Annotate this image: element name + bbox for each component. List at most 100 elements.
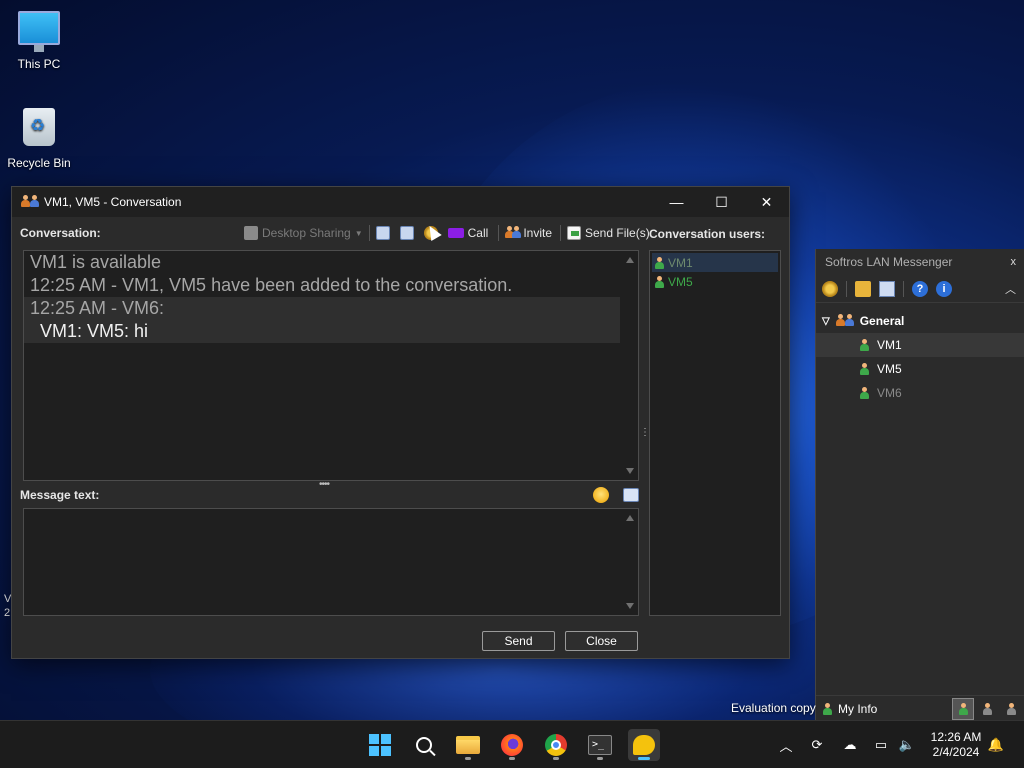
invite-button[interactable]: Invite bbox=[505, 226, 552, 240]
scroll-up-icon[interactable] bbox=[626, 515, 634, 521]
titlebar[interactable]: VM1, VM5 - Conversation — ☐ ✕ bbox=[12, 187, 789, 217]
send-file-icon bbox=[567, 226, 581, 240]
history-icon[interactable] bbox=[375, 226, 390, 240]
vertical-splitter-grip[interactable]: ⋮ bbox=[640, 427, 650, 443]
messenger-icon bbox=[633, 735, 655, 755]
status-away-icon[interactable] bbox=[976, 698, 998, 720]
my-info-button[interactable]: My Info bbox=[816, 702, 877, 716]
user-name: VM1 bbox=[668, 255, 693, 270]
send-files-button[interactable]: Send File(s) bbox=[567, 226, 650, 240]
taskbar-terminal[interactable]: >_ bbox=[584, 729, 616, 761]
desktop-sharing-label: Desktop Sharing bbox=[262, 226, 351, 240]
desktop-icon-label: This PC bbox=[17, 57, 61, 71]
message-text-label: Message text: bbox=[20, 488, 100, 502]
desktop-icon-this-pc[interactable]: This PC bbox=[3, 11, 75, 71]
softros-toolbar: ? i ︿ bbox=[816, 275, 1024, 303]
softros-titlebar[interactable]: Softros LAN Messenger x bbox=[816, 249, 1024, 275]
window-title: VM1, VM5 - Conversation bbox=[44, 195, 182, 209]
conversation-users-label: Conversation users: bbox=[649, 227, 766, 241]
help-icon[interactable]: ? bbox=[912, 280, 928, 297]
dropdown-caret-icon: ▼ bbox=[354, 228, 363, 238]
save-conversation-icon[interactable] bbox=[399, 226, 414, 240]
input-scrollbar[interactable] bbox=[622, 509, 638, 615]
info-icon[interactable]: i bbox=[936, 280, 952, 297]
clock-time: 12:26 AM bbox=[930, 730, 982, 744]
notification-bell-icon[interactable]: 🔔 bbox=[987, 736, 1005, 754]
minimize-button[interactable]: — bbox=[654, 187, 699, 217]
conversation-user-vm5[interactable]: VM5 bbox=[652, 272, 778, 291]
taskbar-softros-messenger[interactable] bbox=[628, 729, 660, 761]
scroll-down-icon[interactable] bbox=[626, 603, 634, 609]
softros-status-bar: My Info bbox=[816, 695, 1024, 721]
contact-vm5[interactable]: VM5 bbox=[816, 357, 1024, 381]
chevron-up-icon[interactable]: ︿ bbox=[1005, 281, 1016, 297]
toolbar-separator bbox=[498, 225, 500, 241]
toolbar-separator bbox=[903, 280, 904, 297]
chat-status-line: 12:25 AM - VM1, VM5 have been added to t… bbox=[30, 275, 513, 295]
volume-muted-icon[interactable]: 🔈 bbox=[898, 736, 916, 754]
conversation-user-vm1[interactable]: VM1 bbox=[652, 253, 778, 272]
emoji-icon[interactable] bbox=[593, 487, 609, 503]
firefox-icon bbox=[501, 734, 523, 756]
text-format-icon[interactable] bbox=[623, 488, 639, 502]
scroll-up-icon[interactable] bbox=[626, 257, 634, 263]
windows-logo-icon bbox=[369, 734, 391, 756]
contact-name: VM6 bbox=[877, 386, 902, 400]
network-icon[interactable]: ▭ bbox=[872, 736, 890, 754]
call-button[interactable]: Call bbox=[447, 226, 489, 240]
maximize-button[interactable]: ☐ bbox=[699, 187, 744, 217]
user-name: VM5 bbox=[668, 274, 693, 289]
start-button[interactable] bbox=[364, 729, 396, 761]
user-online-icon bbox=[860, 387, 869, 399]
history-icon[interactable] bbox=[879, 280, 895, 297]
desktop-icon-recycle-bin[interactable]: Recycle Bin bbox=[3, 108, 75, 170]
evaluation-copy-text: Evaluation copy bbox=[731, 701, 816, 715]
message-text-header: Message text: bbox=[20, 486, 639, 504]
sync-icon[interactable]: ⟳ bbox=[808, 736, 826, 754]
user-online-icon bbox=[655, 256, 664, 269]
chat-scrollbar[interactable] bbox=[622, 251, 638, 480]
status-busy-icon[interactable] bbox=[1000, 698, 1022, 720]
contact-vm6[interactable]: VM6 bbox=[816, 381, 1024, 405]
status-online-icon[interactable] bbox=[952, 697, 974, 720]
open-folder-icon[interactable] bbox=[855, 280, 871, 297]
contact-vm1[interactable]: VM1 bbox=[816, 333, 1024, 357]
chat-message-text: VM1: VM5: hi bbox=[40, 321, 149, 341]
softros-close-button[interactable]: x bbox=[1011, 256, 1017, 268]
user-online-icon bbox=[860, 339, 869, 351]
chat-status-line: VM1 is available bbox=[30, 252, 162, 272]
conversation-users-list: VM1 VM5 bbox=[649, 250, 781, 616]
settings-gear-icon[interactable] bbox=[822, 280, 838, 297]
terminal-icon: >_ bbox=[588, 735, 612, 755]
search-button[interactable] bbox=[408, 729, 440, 761]
computer-icon bbox=[18, 11, 60, 52]
running-indicator bbox=[465, 757, 471, 760]
taskbar-chrome[interactable] bbox=[540, 729, 572, 761]
close-window-button[interactable]: ✕ bbox=[744, 187, 789, 217]
desktop-sharing-button[interactable]: Desktop Sharing ▼ bbox=[244, 226, 363, 240]
conversation-window: VM1, VM5 - Conversation — ☐ ✕ Conversati… bbox=[11, 186, 790, 659]
close-button[interactable]: Close bbox=[565, 631, 638, 651]
send-button[interactable]: Send bbox=[482, 631, 555, 651]
window-controls: — ☐ ✕ bbox=[654, 187, 789, 217]
desktop-sharing-icon bbox=[244, 226, 258, 240]
toolbar-actions: Desktop Sharing ▼ Call Invite Send File(… bbox=[244, 223, 650, 243]
toolbar-separator bbox=[368, 225, 370, 241]
message-input[interactable] bbox=[23, 508, 639, 616]
group-general[interactable]: ▽ General bbox=[816, 309, 1024, 333]
taskbar-file-explorer[interactable] bbox=[452, 729, 484, 761]
chat-history[interactable]: VM1 is available 12:25 AM - VM1, VM5 hav… bbox=[23, 250, 639, 481]
chevron-up-icon[interactable]: ︿ bbox=[777, 736, 795, 754]
search-icon bbox=[416, 737, 432, 753]
taskbar-firefox[interactable] bbox=[496, 729, 528, 761]
cloud-offline-icon[interactable]: ☁ bbox=[841, 736, 859, 754]
status-selector bbox=[952, 697, 1022, 720]
chevron-down-icon[interactable]: ▽ bbox=[822, 316, 830, 327]
taskbar-clock[interactable]: 12:26 AM 2/4/2024 bbox=[926, 730, 986, 760]
invite-label: Invite bbox=[523, 226, 552, 240]
my-user-icon bbox=[823, 702, 832, 715]
conversation-label: Conversation: bbox=[20, 226, 101, 240]
call-label: Call bbox=[467, 226, 489, 240]
scroll-down-icon[interactable] bbox=[626, 468, 634, 474]
running-indicator bbox=[509, 757, 515, 760]
